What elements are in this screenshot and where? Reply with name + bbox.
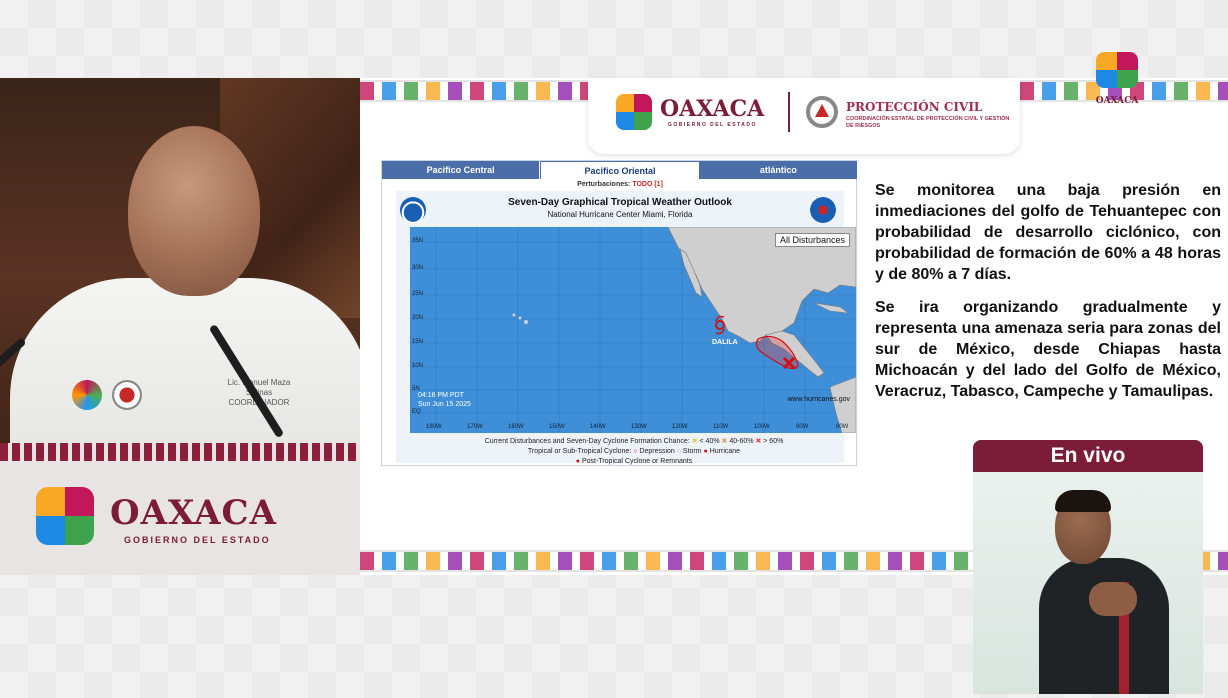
perturbaciones-value[interactable]: TODO [1] (632, 181, 663, 188)
shirt-oaxaca-logo-icon (72, 380, 102, 410)
slide-header: OAXACA GOBIERNO DEL ESTADO PROTECCIÓN CI… (588, 78, 1020, 154)
tab-atlantico[interactable]: atlántico (699, 161, 858, 179)
hurricanes-url: www.hurricanes.gov (787, 396, 850, 403)
corner-oaxaca-logo-icon (1096, 52, 1138, 88)
lon-label: 150W (549, 424, 565, 430)
header-pc-subtitle: COORDINACIÓN ESTATAL DE PROTECCIÓN CIVIL… (846, 116, 1010, 129)
lat-label: 35N (412, 238, 424, 244)
podium: OAXACA GOBIERNO DEL ESTADO (0, 443, 360, 575)
legend-storm: Storm (682, 448, 702, 455)
tab-pacifico-central[interactable]: Pacifico Central (382, 161, 541, 179)
header-oaxaca-subtitle: GOBIERNO DEL ESTADO (668, 122, 757, 128)
all-disturbances-label[interactable]: All Disturbances (774, 233, 850, 247)
lon-label: 130W (631, 424, 647, 430)
speaker-head (128, 126, 260, 296)
legend-line-formation: Current Disturbances and Seven-Day Cyclo… (396, 437, 872, 447)
lat-label: 25N (412, 291, 424, 297)
perturbaciones-line: Perturbaciones: TODO [1] (382, 181, 858, 188)
header-oaxaca-title: OAXACA (660, 96, 765, 122)
timestamp-label: 04:16 PM PDT Sun Jun 15 2025 (418, 391, 471, 409)
legend-hurricane-icon: ● (703, 448, 708, 455)
legend-low: < 40% (699, 438, 720, 445)
legend-post-tropical: Post-Tropical Cyclone or Remnants (581, 458, 693, 465)
legend-depression-icon: ○ (633, 448, 638, 455)
timestamp-time: 04:16 PM PDT (418, 392, 464, 399)
outlook-subtitle: National Hurricane Center Miami, Florida (547, 210, 693, 219)
legend-depression: Depression (639, 448, 675, 455)
lat-label: 5N (412, 386, 420, 392)
lon-label: 140W (590, 424, 606, 430)
lat-label: 15N (412, 339, 424, 345)
basin-tabs: Pacifico Central Pacifico Oriental atlán… (382, 161, 858, 179)
legend-cyclone-label: Tropical or Sub-Tropical Cyclone: (527, 448, 632, 455)
interpreter-hands (1089, 582, 1137, 616)
legend-post-tropical-icon: ● (575, 458, 581, 465)
legend-formation-label: Current Disturbances and Seven-Day Cyclo… (484, 438, 690, 445)
proteccion-civil-logo-icon (806, 96, 838, 128)
perturbaciones-label: Perturbaciones: (577, 181, 631, 188)
podium-pattern-band (0, 443, 360, 461)
legend-line-cyclone: Tropical or Sub-Tropical Cyclone: ○ Depr… (396, 447, 872, 457)
interpreter-body (1039, 558, 1169, 694)
outlook-map: All Disturbances DALILA 04:16 PM PDT Sun… (410, 227, 856, 433)
lat-label: 30N (412, 265, 424, 271)
lon-label: 100W (754, 424, 770, 430)
header-pc-title: PROTECCIÓN CIVIL (846, 100, 983, 114)
shirt-proteccion-civil-logo-icon (112, 380, 142, 410)
legend-line-post-tropical: ● Post-Tropical Cyclone or Remnants (396, 457, 872, 467)
oaxaca-logo-icon (616, 94, 652, 130)
outlook-legend: Current Disturbances and Seven-Day Cyclo… (396, 437, 872, 467)
legend-hurricane: Hurricane (709, 448, 741, 455)
lon-label: 180W (426, 424, 442, 430)
lat-label: 10N (412, 363, 424, 369)
slide-paragraph-1: Se monitorea una baja presión en inmedia… (875, 182, 1221, 283)
lon-label: 160W (508, 424, 524, 430)
landmass-cuba (813, 302, 849, 314)
weather-outlook-panel: Pacifico Central Pacifico Oriental atlán… (381, 160, 858, 466)
legend-mid-icon: ✕ (721, 438, 728, 445)
slide-body-text: Se monitorea una baja presión en inmedia… (875, 180, 1221, 414)
podium-title: OAXACA (110, 493, 277, 533)
outlook-graphic: Seven-Day Graphical Tropical Weather Out… (396, 191, 856, 465)
podium-subtitle: GOBIERNO DEL ESTADO (124, 535, 271, 545)
lon-label: 90W (796, 424, 809, 430)
tab-pacifico-oriental[interactable]: Pacifico Oriental (540, 161, 700, 179)
lon-label: 120W (672, 424, 688, 430)
outlook-title: Seven-Day Graphical Tropical Weather Out… (508, 197, 732, 208)
lon-label: 110W (713, 424, 729, 430)
storm-name-label: DALILA (712, 339, 738, 346)
header-divider (788, 92, 790, 132)
live-banner: En vivo (973, 440, 1203, 472)
sign-language-interpreter-video (973, 472, 1203, 694)
lon-label: 170W (467, 424, 483, 430)
lat-label: EQ (412, 409, 421, 415)
lon-label: 80W (836, 424, 849, 430)
legend-high-icon: ✕ (755, 438, 762, 445)
legend-mid: 40-60% (729, 438, 754, 445)
slide-paragraph-2: Se ira organizando gradualmente y repres… (875, 299, 1221, 400)
legend-storm-icon: ◌ (676, 448, 681, 455)
lat-label: 20N (412, 315, 424, 321)
legend-high: > 60% (763, 438, 784, 445)
interpreter-hair (1055, 490, 1111, 512)
oaxaca-logo-icon (36, 487, 94, 545)
legend-low-icon: ✕ (691, 438, 698, 445)
timestamp-date: Sun Jun 15 2025 (418, 401, 471, 408)
corner-logo-label: OAXACA (1095, 96, 1139, 106)
